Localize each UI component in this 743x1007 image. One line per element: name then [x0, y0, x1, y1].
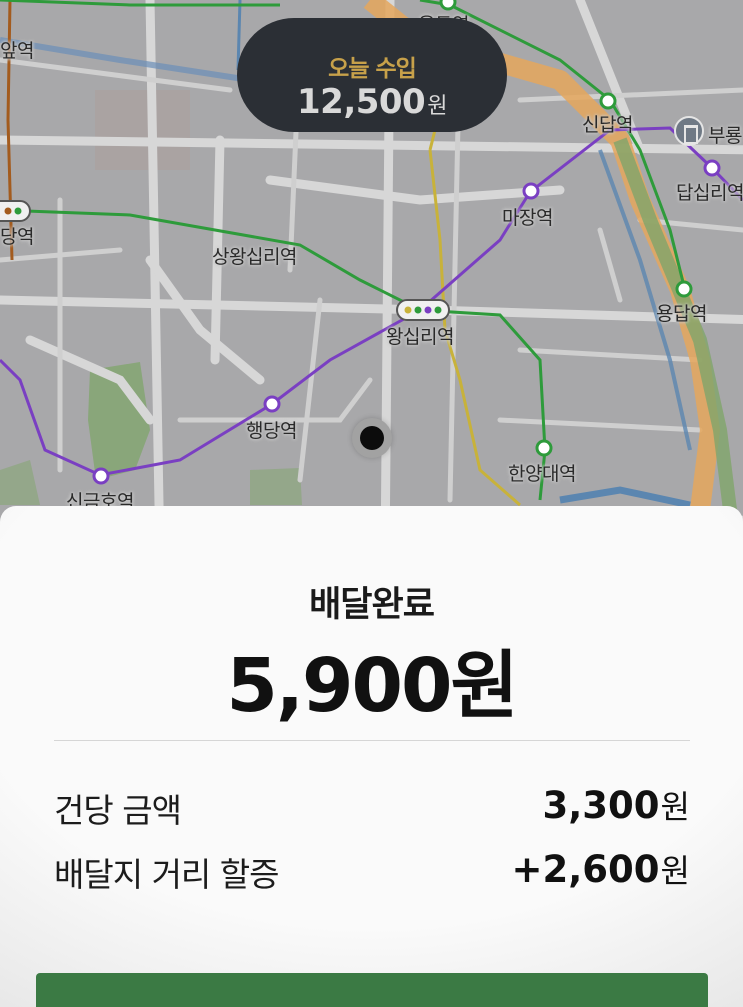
fee-row-distance-bonus: 배달지 거리 할증 +2,600원	[54, 844, 690, 894]
fee-row-base: 건당 금액 3,300원	[54, 780, 690, 830]
station-label-dapsimni: 답십리역	[676, 182, 743, 204]
confirm-button[interactable]	[36, 973, 708, 1007]
fee-row-label: 배달지 거리 할증	[54, 855, 279, 894]
fee-row-label: 건당 금액	[54, 791, 182, 830]
sheet-title: 배달완료	[309, 585, 435, 625]
fee-row-amount: +2,600	[511, 848, 660, 891]
app-root: 용두역 앞역 신답역 부룡 답십리역 당역 마장역 상왕십리역 왕십리역 용답역…	[0, 0, 743, 1007]
today-income-pill[interactable]: 오늘 수입 12,500원	[237, 18, 507, 132]
fee-row-amount: 3,300	[542, 784, 660, 827]
today-income-value: 12,500원	[237, 82, 507, 122]
fee-row-value: 3,300원	[543, 782, 691, 828]
station-label-sangwangsimni: 상왕십리역	[212, 246, 297, 268]
station-label-majang: 마장역	[502, 207, 553, 229]
delivery-complete-sheet: 배달완료 5,900원 건당 금액 3,300원 배달지 거리 할증 +2,60…	[0, 506, 743, 1007]
station-label-yongdap: 용답역	[656, 303, 707, 325]
today-income-unit: 원	[427, 94, 447, 119]
building-icon[interactable]	[674, 116, 704, 146]
total-amount: 5,900원	[226, 643, 518, 729]
poi-label-buryong: 부룡	[708, 125, 742, 147]
station-label-hanyang: 한양대역	[508, 463, 576, 485]
station-label-haengdang: 행당역	[246, 420, 297, 442]
station-label-sindap: 신답역	[582, 114, 633, 136]
station-label-wangsimni: 왕십리역	[386, 326, 454, 348]
fee-row-unit: 원	[660, 788, 690, 826]
station-label-sinseol: 앞역	[0, 40, 34, 62]
today-income-label: 오늘 수입	[328, 56, 417, 82]
station-label-jegi: 당역	[0, 226, 34, 248]
divider	[54, 740, 690, 741]
today-income-amount: 12,500	[297, 82, 426, 122]
current-location-marker	[352, 418, 392, 458]
fee-row-unit: 원	[660, 852, 690, 890]
fee-row-value: +2,600원	[512, 846, 691, 892]
